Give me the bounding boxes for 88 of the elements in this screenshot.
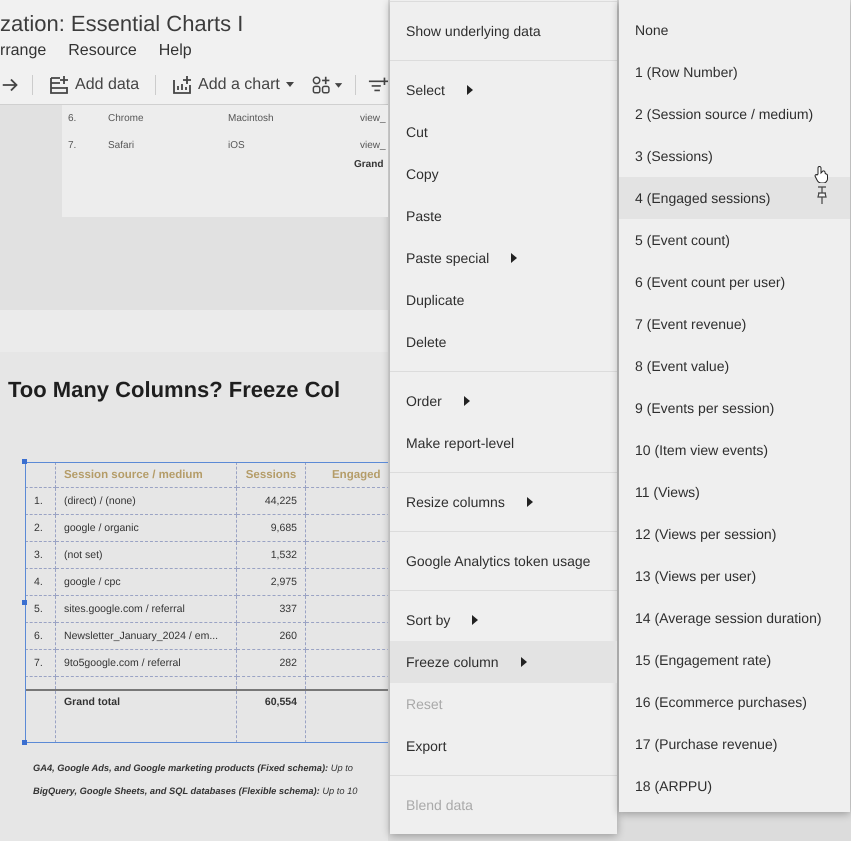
menu-item[interactable]: 14 (Average session duration) bbox=[619, 597, 850, 639]
menu-item[interactable]: Paste bbox=[390, 195, 617, 237]
menu-item[interactable]: 3 (Sessions) bbox=[619, 135, 850, 177]
menu-item[interactable]: 5 (Event count) bbox=[619, 219, 850, 261]
report-title: zation: Essential Charts I bbox=[0, 10, 244, 38]
row-number: 6. bbox=[26, 622, 56, 650]
table-cell: 9,685 bbox=[236, 514, 306, 542]
menu-item[interactable]: 2 (Session source / medium) bbox=[619, 93, 850, 135]
table-cell: view_ bbox=[360, 113, 386, 124]
menu-item[interactable]: Copy bbox=[390, 153, 617, 195]
table-cell: Newsletter_January_2024 / em... bbox=[56, 622, 236, 650]
submenu-arrow-icon bbox=[464, 396, 470, 406]
table-cell: 1,532 bbox=[236, 542, 306, 568]
table-cell: sites.google.com / referral bbox=[56, 596, 236, 622]
menu-item[interactable]: Select bbox=[390, 69, 617, 111]
submenu-arrow-icon bbox=[466, 85, 473, 95]
table-cell: (not set) bbox=[56, 542, 236, 568]
table-cell-text: 6. bbox=[68, 113, 78, 124]
resize-handle[interactable] bbox=[22, 459, 27, 464]
table-cell-text: Grand bbox=[354, 159, 384, 170]
table-cell: 260 bbox=[236, 622, 306, 650]
menu-item[interactable]: 9 (Events per session) bbox=[619, 387, 850, 429]
pin-icon bbox=[816, 185, 828, 205]
menu-item[interactable]: Export bbox=[390, 725, 617, 767]
table-cell: (direct) / (none) bbox=[56, 488, 236, 514]
menu-item[interactable]: Google Analytics token usage bbox=[390, 540, 617, 582]
submenu-arrow-icon bbox=[511, 253, 518, 263]
add-component-icon[interactable] bbox=[312, 75, 343, 95]
menu-item[interactable]: Make report-level bbox=[390, 422, 617, 464]
menu-item[interactable]: 13 (Views per user) bbox=[619, 555, 850, 597]
menu-bar-item[interactable]: Help bbox=[158, 42, 192, 60]
menu-item[interactable]: 15 (Engagement rate) bbox=[619, 639, 850, 681]
menu-item[interactable]: 11 (Views) bbox=[619, 471, 850, 513]
table-cell-text: Chrome bbox=[108, 113, 145, 124]
total-value: 60,554 bbox=[236, 690, 306, 742]
menu-bar-item[interactable]: Resource bbox=[68, 42, 137, 60]
menu-item[interactable]: 8 (Event value) bbox=[619, 345, 850, 387]
caret-icon bbox=[286, 82, 294, 88]
submenu-arrow-icon bbox=[520, 657, 527, 667]
row-number: 3. bbox=[26, 542, 56, 568]
menu-item[interactable]: 16 (Ecommerce purchases) bbox=[619, 681, 850, 723]
table-cell-text: 7. bbox=[68, 140, 78, 151]
menu-item[interactable]: 12 (Views per session) bbox=[619, 513, 850, 555]
menu-item[interactable]: Paste special bbox=[390, 237, 617, 279]
chart-icon bbox=[172, 75, 192, 95]
add-chart-button[interactable]: Add a chart bbox=[168, 73, 298, 97]
table-cell: 337 bbox=[236, 596, 306, 622]
table-cell: 2,975 bbox=[236, 568, 306, 596]
table-cell-text: Safari bbox=[108, 140, 136, 151]
menu-item[interactable]: Duplicate bbox=[390, 279, 617, 321]
menu-item[interactable]: 10 (Item view events) bbox=[619, 429, 850, 471]
footnote: BigQuery, Google Sheets, and SQL databases (Flexible schema): Up to 10 bbox=[33, 786, 358, 798]
table-cell: 44,225 bbox=[236, 488, 306, 514]
footnote: GA4, Google Ads, and Google marketing products (Fixed schema): Up to bbox=[33, 763, 354, 775]
table-cell-text: iOS bbox=[228, 140, 246, 151]
menu-item[interactable]: 1 (Row Number) bbox=[619, 51, 850, 93]
menu-bar-item[interactable]: rrange bbox=[0, 42, 46, 60]
menu-item[interactable]: Sort by bbox=[390, 599, 617, 641]
menu-item[interactable]: 18 (ARPPU) bbox=[619, 765, 850, 807]
menu-item[interactable]: Show underlying data bbox=[390, 10, 617, 52]
menu-item[interactable]: Order bbox=[390, 380, 617, 422]
add-data-icon bbox=[49, 75, 70, 95]
row-number: 7. bbox=[26, 650, 56, 676]
table-cell-text: Macintosh bbox=[228, 113, 275, 124]
resize-handle[interactable] bbox=[22, 600, 27, 604]
table-cell: google / cpc bbox=[56, 568, 236, 596]
table-cell: view_ bbox=[360, 140, 386, 151]
row-number: 1. bbox=[26, 488, 56, 514]
menu-item[interactable]: Delete bbox=[390, 321, 617, 363]
menu-item[interactable]: 6 (Event count per user) bbox=[619, 261, 850, 303]
menu-item[interactable]: Resize columns bbox=[390, 481, 617, 523]
submenu-arrow-icon bbox=[526, 497, 533, 507]
row-number: 2. bbox=[26, 514, 56, 542]
table-cell: 9to5google.com / referral bbox=[56, 650, 236, 676]
hand-cursor-icon bbox=[814, 165, 828, 183]
menu-item[interactable]: Freeze column bbox=[390, 641, 617, 683]
table-cell: google / organic bbox=[56, 514, 236, 542]
menu-item[interactable]: Cut bbox=[390, 111, 617, 153]
menu-item[interactable]: 17 (Purchase revenue) bbox=[619, 723, 850, 765]
menu-item[interactable]: 7 (Event revenue) bbox=[619, 303, 850, 345]
menu-item[interactable]: None bbox=[619, 9, 850, 51]
submenu-arrow-icon bbox=[472, 615, 478, 625]
row-number: 4. bbox=[26, 568, 56, 596]
resize-handle[interactable] bbox=[22, 740, 27, 745]
add-data-button[interactable]: Add data bbox=[45, 73, 144, 97]
section-heading: Too Many Columns? Freeze Col bbox=[8, 377, 342, 404]
table-cell: 282 bbox=[236, 650, 306, 676]
total-label: Grand total bbox=[56, 690, 236, 742]
